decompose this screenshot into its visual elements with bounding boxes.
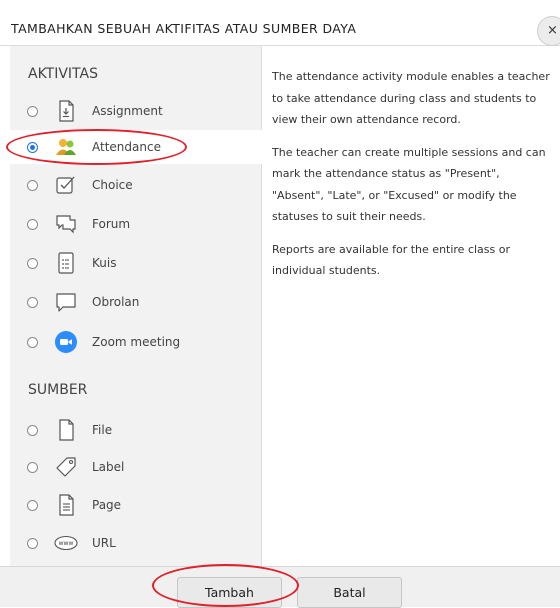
option-file[interactable]: File	[10, 413, 262, 447]
option-label: Assignment	[92, 104, 163, 118]
radio-page[interactable]	[27, 500, 38, 511]
description-paragraph: Reports are available for the entire cla…	[272, 242, 511, 278]
option-label: Kuis	[92, 256, 117, 270]
zoom-icon	[55, 331, 77, 353]
option-label: URL	[92, 536, 116, 550]
page-icon	[59, 494, 74, 516]
radio-quiz[interactable]	[27, 258, 38, 269]
file-icon	[59, 419, 74, 441]
module-list: AKTIVITAS Assignment Attendance Choice F…	[10, 46, 272, 566]
option-assignment[interactable]: Assignment	[10, 94, 262, 128]
attendance-icon	[56, 139, 76, 155]
activities-heading: AKTIVITAS	[28, 66, 98, 82]
option-url[interactable]: www URL	[10, 526, 262, 560]
option-label: Choice	[92, 178, 133, 192]
option-forum[interactable]: Forum	[10, 207, 262, 241]
radio-forum[interactable]	[27, 219, 38, 230]
radio-assignment[interactable]	[27, 106, 38, 117]
dialog-title: TAMBAHKAN SEBUAH AKTIFITAS ATAU SUMBER D…	[11, 21, 357, 36]
choice-icon	[56, 176, 75, 194]
option-label: Forum	[92, 217, 131, 231]
radio-zoom-meeting[interactable]	[27, 337, 38, 348]
radio-attendance[interactable]	[27, 142, 38, 153]
close-button[interactable]: ×	[537, 16, 560, 46]
add-activity-dialog: TAMBAHKAN SEBUAH AKTIFITAS ATAU SUMBER D…	[0, 0, 560, 608]
option-label: Obrolan	[92, 295, 140, 309]
forum-icon	[56, 215, 76, 234]
option-quiz[interactable]: Kuis	[10, 246, 262, 280]
close-icon: ×	[547, 23, 558, 38]
radio-file[interactable]	[27, 425, 38, 436]
chat-icon	[56, 293, 76, 312]
radio-label[interactable]	[27, 462, 38, 473]
description-paragraph: The teacher can create multiple sessions…	[272, 145, 546, 224]
label-icon	[56, 457, 76, 477]
radio-chat[interactable]	[27, 297, 38, 308]
option-label-resource[interactable]: Label	[10, 450, 262, 484]
url-icon-text: www	[59, 540, 74, 547]
radio-choice[interactable]	[27, 180, 38, 191]
add-button[interactable]: Tambah	[177, 577, 282, 608]
module-description: The attendance activity module enables a…	[272, 66, 552, 293]
option-zoom-meeting[interactable]: Zoom meeting	[10, 325, 262, 359]
option-page[interactable]: Page	[10, 488, 262, 522]
option-label: Zoom meeting	[92, 335, 181, 349]
option-label: Label	[92, 460, 125, 474]
url-icon: www	[54, 535, 78, 551]
radio-url[interactable]	[27, 538, 38, 549]
dialog-header: TAMBAHKAN SEBUAH AKTIFITAS ATAU SUMBER D…	[0, 0, 560, 46]
assignment-icon	[59, 100, 74, 122]
option-label: Page	[92, 498, 122, 512]
quiz-icon	[58, 252, 74, 274]
description-paragraph: The attendance activity module enables a…	[272, 70, 550, 126]
option-label: Attendance	[92, 140, 161, 154]
option-attendance[interactable]: Attendance	[10, 130, 272, 164]
option-choice[interactable]: Choice	[10, 168, 262, 202]
option-chat[interactable]: Obrolan	[10, 285, 262, 319]
resources-heading: SUMBER	[28, 382, 88, 398]
cancel-button[interactable]: Batal	[297, 577, 402, 608]
dialog-footer: Tambah Batal	[0, 566, 560, 608]
option-label: File	[92, 423, 113, 437]
